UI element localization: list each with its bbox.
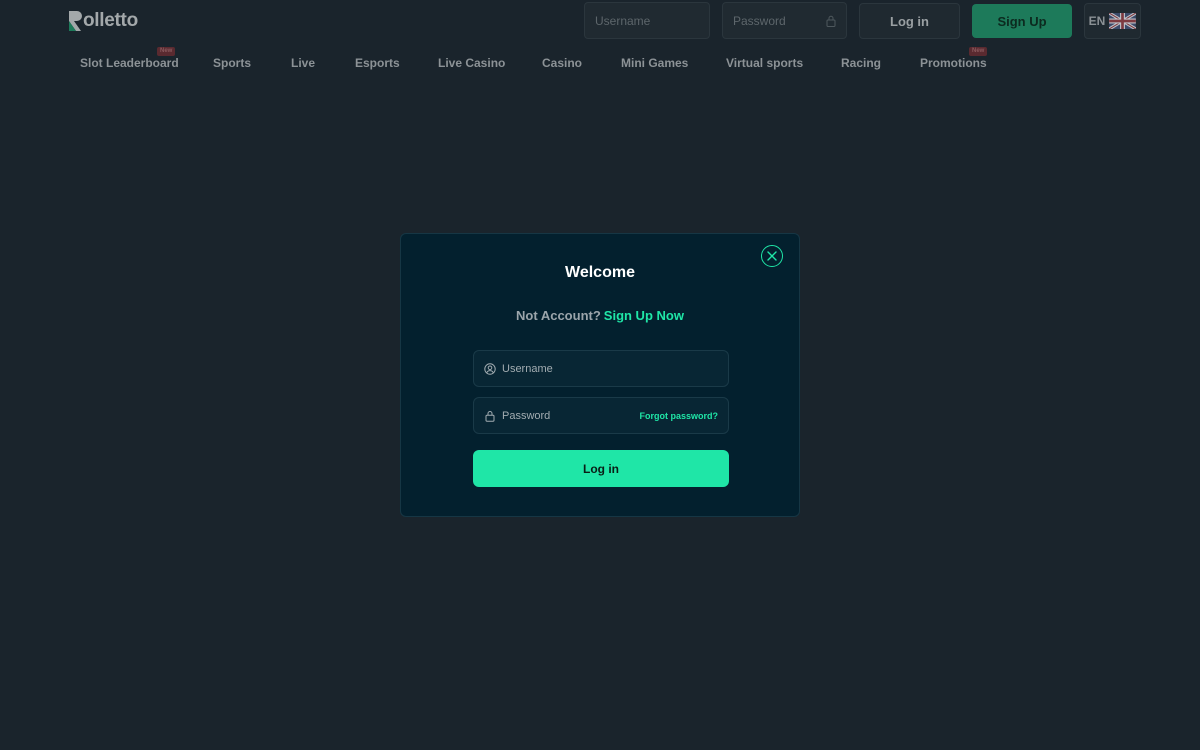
password-field[interactable]: Forgot password? [473, 397, 729, 434]
signup-now-link[interactable]: Sign Up Now [604, 308, 684, 323]
user-icon [484, 362, 496, 375]
login-modal: Welcome Not Account?Sign Up Now Forgot p… [400, 233, 800, 517]
username-field[interactable] [473, 350, 729, 387]
no-account-text: Not Account? [516, 308, 601, 323]
modal-title: Welcome [565, 264, 635, 281]
password-input[interactable] [502, 409, 640, 422]
forgot-password-link[interactable]: Forgot password? [640, 411, 719, 421]
close-icon [767, 251, 777, 261]
lock-icon [484, 410, 496, 422]
signup-prompt: Not Account? Sign Up Now [401, 308, 799, 323]
username-input[interactable] [502, 362, 718, 375]
login-button[interactable]: Log in [473, 450, 729, 487]
